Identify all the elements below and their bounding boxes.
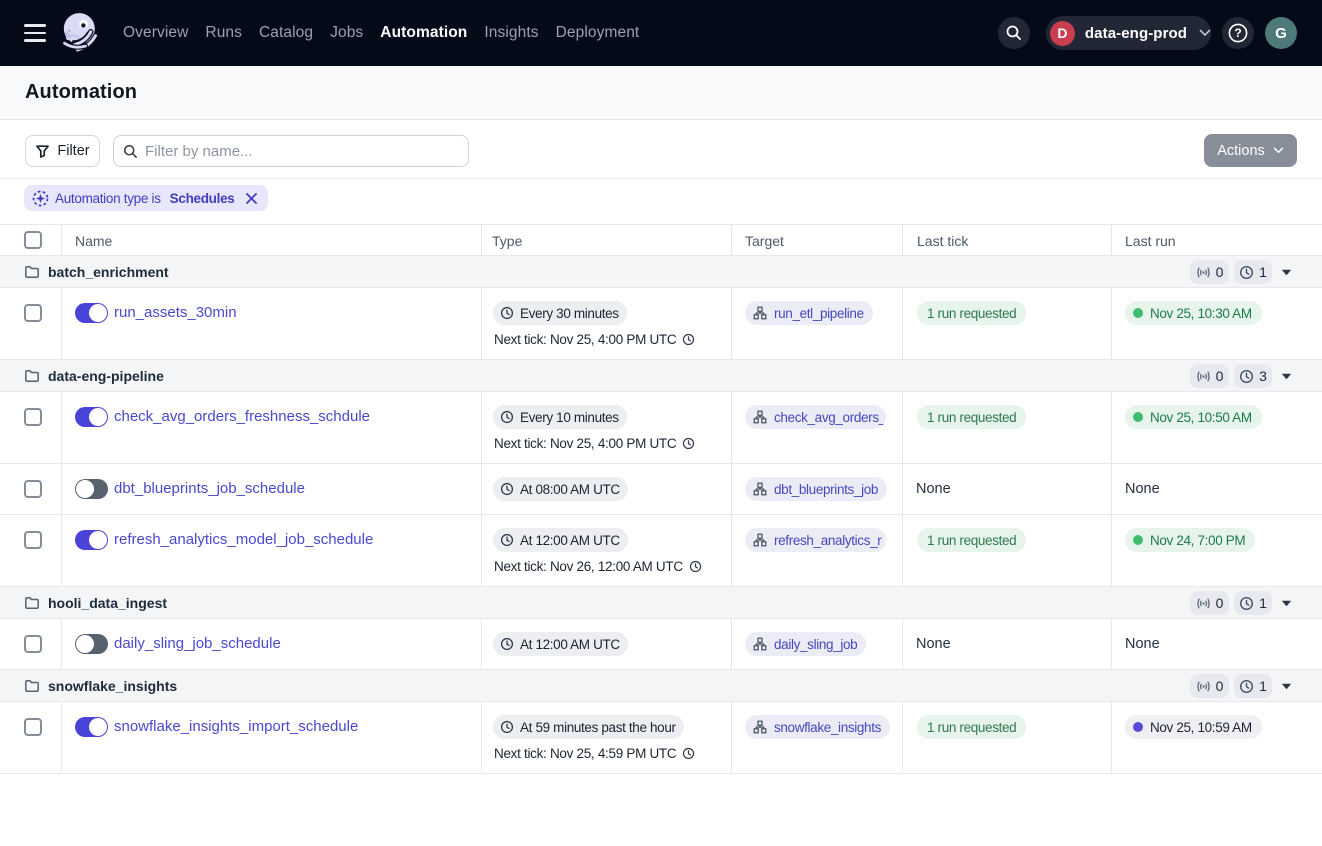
svg-text:?: ? [1234,26,1241,40]
